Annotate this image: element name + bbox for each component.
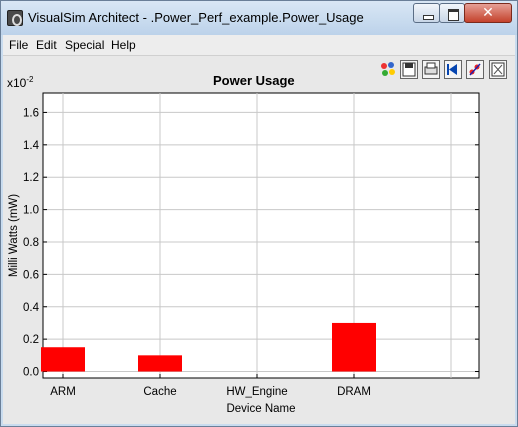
app-window: VisualSim Architect - .Power_Perf_exampl… [0,0,518,427]
x-tick-label: ARM [50,386,76,398]
minimize-button[interactable] [413,3,440,23]
app-logo-icon [7,10,23,26]
y-tick-label: 1.0 [23,205,39,217]
maximize-button[interactable] [439,3,465,23]
close-icon: ✕ [482,5,494,21]
y-axis-title: Milli Watts (mW) [8,194,20,277]
y-tick-label: 1.4 [23,140,40,152]
plot-area [42,92,480,379]
close-button[interactable]: ✕ [464,3,512,23]
y-tick-label: 0.8 [23,237,39,249]
bar-dram [332,322,376,372]
title-bar[interactable]: VisualSim Architect - .Power_Perf_exampl… [1,1,517,35]
y-tick-label: 1.2 [23,172,39,184]
y-tick-label: 0.4 [23,302,40,314]
x-tick-label: HW_Engine [226,386,287,398]
x-axis-title: Device Name [226,403,295,415]
y-tick-label: 1.6 [23,107,39,119]
y-tick-label: 0.6 [23,269,39,281]
x-tick-label: Cache [143,386,176,398]
x-tick-label: DRAM [337,386,371,398]
y-tick-label: 0.0 [23,367,39,379]
window-title: VisualSim Architect - .Power_Perf_exampl… [28,10,364,25]
y-tick-label: 0.2 [23,334,39,346]
power-usage-chart: 0.0 0.2 0.4 0.6 0.8 1.0 1.2 1.4 1.6 ARM Cache HW_En… [8,92,480,415]
bar-cache [138,355,182,372]
client-area: File Edit Special Help x10-2 Power Usage… [3,35,515,424]
bar-arm [41,347,85,372]
